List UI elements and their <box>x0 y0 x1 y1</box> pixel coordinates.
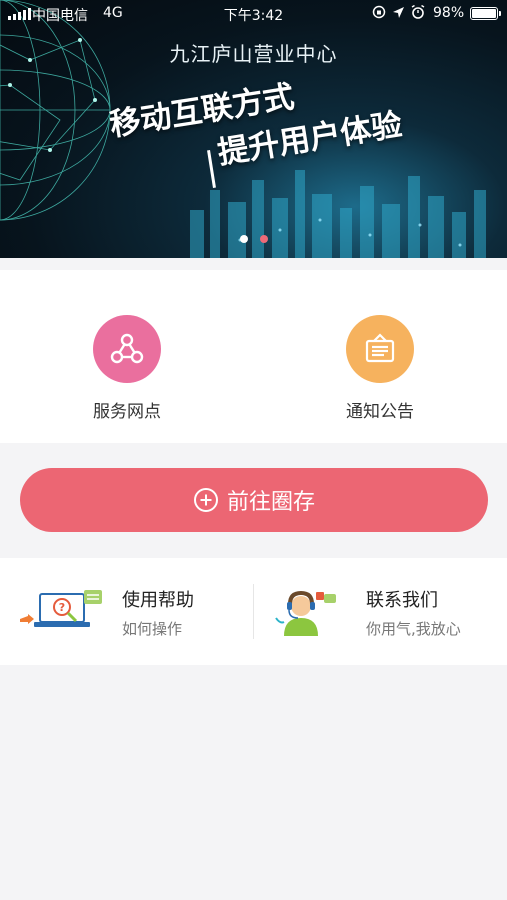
plus-circle-icon <box>193 488 218 512</box>
go-to-recharge-button[interactable]: 前往圈存 <box>20 468 488 532</box>
location-arrow-icon <box>393 6 404 18</box>
clock: 下午3:42 <box>223 8 284 24</box>
carousel-dot[interactable] <box>239 235 248 243</box>
notice-board-icon <box>346 315 414 383</box>
battery-percentage: 98% <box>433 5 465 21</box>
alarm-icon <box>411 5 425 19</box>
help-laptop-icon: ? <box>20 590 102 627</box>
share-nodes-icon <box>93 315 161 383</box>
carousel-dot-active[interactable] <box>259 235 268 243</box>
banner-site-name: 九江庐山营业中心 <box>169 42 338 66</box>
notices-label: 通知公告 <box>346 402 414 422</box>
banner-carousel[interactable]: 九江庐山营业中心 移动互联方式 提升用户体验 <box>0 0 507 258</box>
battery-icon <box>470 7 501 20</box>
service-outlets-button[interactable]: 服务网点 <box>62 315 192 422</box>
notices-button[interactable]: 通知公告 <box>315 315 445 422</box>
feature-grid: 服务网点 通知公告 <box>0 270 507 443</box>
contact-us-title: 联系我们 <box>366 590 438 611</box>
usage-help-title: 使用帮助 <box>122 590 194 611</box>
orientation-lock-icon <box>372 5 386 19</box>
contact-us-subtitle: 你用气,我放心 <box>366 620 461 638</box>
contact-us-item[interactable]: 联系我们 你用气,我放心 <box>254 558 507 665</box>
usage-help-subtitle: 如何操作 <box>122 620 183 638</box>
svg-text:?: ? <box>59 601 65 614</box>
customer-service-icon <box>275 590 336 636</box>
go-to-recharge-label: 前往圈存 <box>226 490 315 515</box>
usage-help-item[interactable]: ? 使用帮助 如何操作 <box>0 558 253 665</box>
carousel-indicator <box>0 235 507 243</box>
help-section: ? 使用帮助 如何操作 联系我们 你用气,我放心 <box>0 558 507 665</box>
status-bar: 中国电信 4G 下午3:42 98% <box>0 0 507 28</box>
service-outlets-label: 服务网点 <box>93 402 161 422</box>
